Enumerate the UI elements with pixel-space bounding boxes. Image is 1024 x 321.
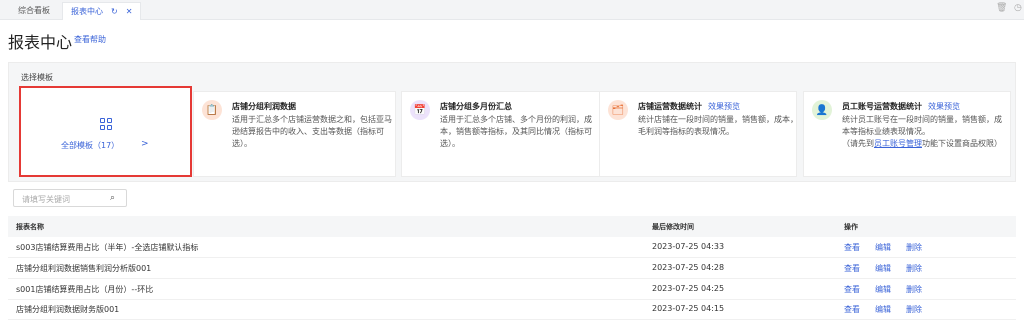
template-title: 员工账号运营数据统计 效果预览 — [842, 101, 960, 112]
template-desc: 统计员工账号在一段时间的销量，销售额，成本等指标业绩表现情况。 （请先到员工账号… — [842, 114, 1002, 150]
calendar-icon: 📅 — [410, 100, 430, 120]
template-panel: 选择模板 全部模板（17） > 📋 店铺分组利润数据 适用于汇总多个店铺运营数据… — [8, 62, 1016, 182]
template-title: 店铺分组利润数据 — [232, 102, 296, 111]
modified-time: 2023-07-25 04:33 — [652, 242, 725, 251]
template-card-shop-group-profit[interactable]: 📋 店铺分组利润数据 适用于汇总多个店铺运营数据之和，包括亚马逊结算报告中的收入… — [193, 91, 396, 177]
clock-icon[interactable]: ◷ — [1014, 3, 1022, 13]
template-desc-note-tail: 功能下设置商品权限） — [922, 139, 1002, 148]
staff-account-manage-link[interactable]: 员工账号管理 — [874, 139, 922, 148]
edit-button[interactable]: 编辑 — [875, 263, 891, 274]
table-row: 店铺分组利润数据财务版001 2023-07-25 04:15 查看 编辑 删除 — [8, 299, 1016, 320]
column-header-name: 报表名称 — [16, 223, 44, 231]
clipboard-icon: 📋 — [202, 100, 222, 120]
folder-icon: 🗂 — [608, 100, 628, 120]
table-row: 店铺分组利润数据销售利润分析版001 2023-07-25 04:28 查看 编… — [8, 258, 1016, 279]
template-desc: 适用于汇总多个店铺、多个月份的利润，成本，销售额等指标，及其同比情况（指标可选）… — [440, 115, 592, 148]
modified-time: 2023-07-25 04:25 — [652, 284, 725, 293]
template-desc-note: （请先到 — [842, 139, 874, 148]
tab-report-center[interactable]: 报表中心 ↻ ✕ — [62, 2, 142, 21]
template-card-staff-account[interactable]: 👤 员工账号运营数据统计 效果预览 统计员工账号在一段时间的销量，销售额，成本等指… — [803, 91, 1011, 177]
tab-report-center-label: 报表中心 — [71, 7, 103, 16]
view-button[interactable]: 查看 — [844, 263, 860, 274]
delete-button[interactable]: 删除 — [906, 242, 922, 253]
tab-bar: 综合看板 报表中心 ↻ ✕ 🗑 ◷ — [0, 0, 1024, 20]
all-templates-card[interactable]: 全部模板（17） > — [19, 86, 192, 177]
edit-button[interactable]: 编辑 — [875, 284, 891, 295]
delete-button[interactable]: 删除 — [906, 304, 922, 315]
template-title-text: 店铺运营数据统计 — [638, 102, 702, 111]
close-icon[interactable]: ✕ — [126, 3, 133, 21]
page-title: 报表中心 — [8, 33, 73, 52]
user-icon: 👤 — [812, 100, 832, 120]
modified-time: 2023-07-25 04:28 — [652, 263, 725, 272]
template-card-shop-operations[interactable]: 🗂 店铺运营数据统计 效果预览 统计店铺在一段时间的销量，销售额，成本，毛利润等指… — [599, 91, 798, 177]
template-desc-text: 统计员工账号在一段时间的销量，销售额，成本等指标业绩表现情况。 — [842, 115, 1002, 136]
modified-time: 2023-07-25 04:15 — [652, 304, 725, 313]
template-title: 店铺运营数据统计 效果预览 — [638, 101, 740, 112]
column-header-ops: 操作 — [844, 223, 858, 231]
report-name[interactable]: 店铺分组利润数据销售利润分析版001 — [16, 263, 151, 274]
table-header: 报表名称 最后修改时间 操作 — [8, 216, 1016, 237]
edit-button[interactable]: 编辑 — [875, 242, 891, 253]
template-desc: 统计店铺在一段时间的销量，销售额，成本，毛利润等指标的表现情况。 — [638, 115, 798, 136]
search-box: ⌕ — [13, 189, 127, 207]
trash-icon[interactable]: 🗑 — [996, 3, 1007, 13]
delete-button[interactable]: 删除 — [906, 263, 922, 274]
preview-link[interactable]: 效果预览 — [928, 102, 960, 111]
template-desc: 适用于汇总多个店铺运营数据之和，包括亚马逊结算报告中的收入、支出等数据（指标可选… — [232, 115, 392, 148]
grid-icon — [100, 118, 112, 130]
table-row: s003店铺结算费用占比（半年）-全选店铺默认指标 2023-07-25 04:… — [8, 237, 1016, 258]
report-name[interactable]: s001店铺结算费用占比（月份）--环比 — [16, 284, 153, 295]
view-button[interactable]: 查看 — [844, 304, 860, 315]
refresh-icon[interactable]: ↻ — [111, 3, 118, 21]
template-title: 店铺分组多月份汇总 — [440, 102, 512, 111]
all-templates-label: 全部模板（17） — [61, 141, 120, 150]
help-link[interactable]: 查看帮助 — [74, 34, 106, 45]
search-input[interactable] — [22, 193, 102, 205]
search-icon[interactable]: ⌕ — [110, 193, 115, 203]
column-header-modified: 最后修改时间 — [652, 223, 694, 231]
view-button[interactable]: 查看 — [844, 284, 860, 295]
report-name[interactable]: s003店铺结算费用占比（半年）-全选店铺默认指标 — [16, 242, 198, 253]
template-title-text: 员工账号运营数据统计 — [842, 102, 922, 111]
template-card-shop-group-monthly[interactable]: 📅 店铺分组多月份汇总 适用于汇总多个店铺、多个月份的利润，成本，销售额等指标，… — [401, 91, 604, 177]
delete-button[interactable]: 删除 — [906, 284, 922, 295]
report-name[interactable]: 店铺分组利润数据财务版001 — [16, 304, 119, 315]
edit-button[interactable]: 编辑 — [875, 304, 891, 315]
tab-dashboard[interactable]: 综合看板 — [18, 2, 50, 20]
preview-link[interactable]: 效果预览 — [708, 102, 740, 111]
view-button[interactable]: 查看 — [844, 242, 860, 253]
chevron-right-icon: > — [141, 139, 149, 149]
template-section-label: 选择模板 — [21, 73, 53, 82]
table-row: s001店铺结算费用占比（月份）--环比 2023-07-25 04:25 查看… — [8, 279, 1016, 300]
